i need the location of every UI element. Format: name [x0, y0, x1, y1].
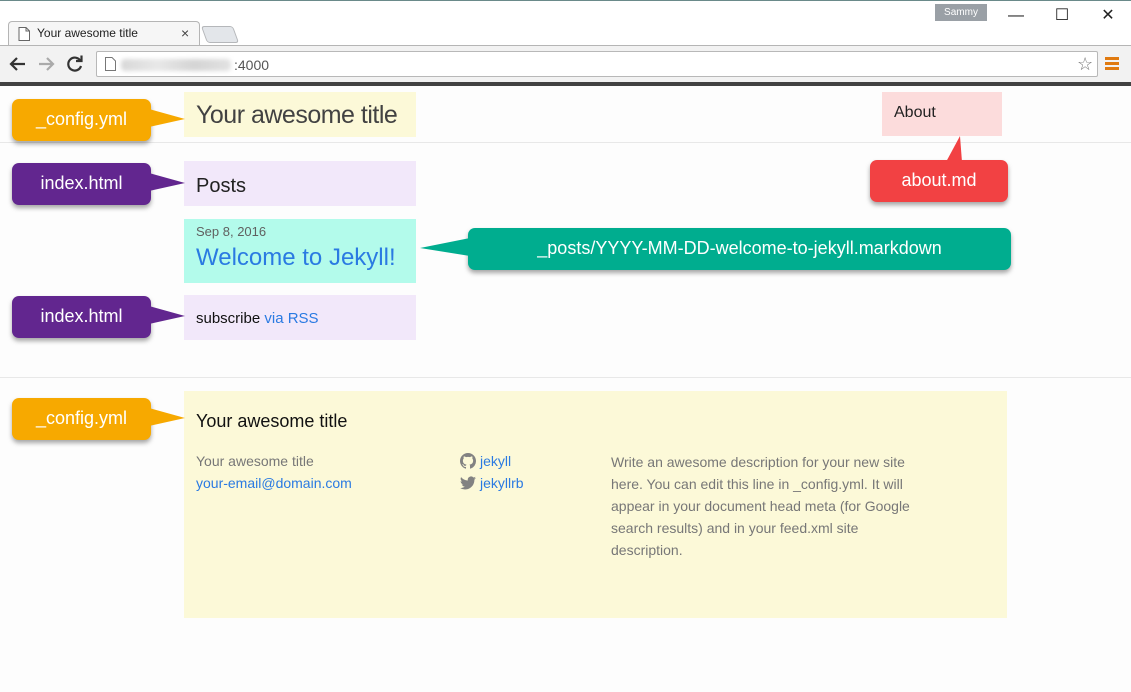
- github-username[interactable]: jekyll: [480, 453, 511, 469]
- new-tab-button[interactable]: [200, 26, 240, 43]
- post-date: Sep 8, 2016: [196, 224, 267, 239]
- callout-index-rss: index.html: [12, 296, 185, 338]
- callout-about-md: about.md: [870, 136, 1008, 202]
- url-port[interactable]: :4000: [234, 57, 269, 73]
- callout-label: _posts/YYYY-MM-DD-welcome-to-jekyll.mark…: [537, 238, 942, 258]
- back-arrow-icon[interactable]: [7, 53, 29, 75]
- subscribe-text: subscribe: [196, 310, 261, 327]
- browser-toolbar: :4000 ☆: [0, 45, 1131, 82]
- callout-post-file: _posts/YYYY-MM-DD-welcome-to-jekyll.mark…: [420, 228, 1011, 270]
- reload-icon[interactable]: [64, 53, 86, 75]
- footer-description: Write an awesome description for your ne…: [611, 454, 910, 558]
- site-title-highlight: Your awesome title: [184, 92, 416, 137]
- callout-label: about.md: [901, 170, 977, 190]
- hamburger-menu-icon[interactable]: [1105, 57, 1119, 71]
- about-highlight: About: [882, 92, 1002, 136]
- browser-chrome: Your awesome title × Sammy — ☐ ✕ :4000 ☆: [0, 0, 1131, 87]
- maximize-icon[interactable]: ☐: [1047, 5, 1077, 27]
- blurred-host: [121, 59, 231, 71]
- twitter-username[interactable]: jekyllrb: [480, 475, 524, 491]
- footer-heading: Your awesome title: [196, 411, 348, 431]
- callout-label: _config.yml: [35, 408, 128, 428]
- posts-heading-highlight: Posts: [184, 161, 416, 206]
- github-link-row[interactable]: jekyll: [460, 453, 511, 469]
- callout-index-posts: index.html: [12, 163, 185, 205]
- footer-divider: [0, 377, 1131, 378]
- callout-label: _config.yml: [35, 109, 128, 129]
- twitter-icon: [460, 476, 476, 490]
- tab-title[interactable]: Your awesome title: [37, 26, 138, 40]
- callout-config-footer: _config.yml: [12, 398, 185, 440]
- bookmark-star-icon[interactable]: ☆: [1077, 54, 1093, 75]
- tab-strip: Your awesome title × Sammy — ☐ ✕: [0, 1, 1131, 47]
- twitter-link-row[interactable]: jekyllrb: [460, 475, 524, 491]
- site-title[interactable]: Your awesome title: [196, 101, 398, 130]
- rss-link[interactable]: via RSS: [264, 310, 318, 327]
- tab-close-icon[interactable]: ×: [181, 25, 189, 41]
- profile-badge[interactable]: Sammy: [935, 4, 987, 21]
- rss-highlight: subscribe via RSS: [184, 295, 416, 340]
- callout-config-header: _config.yml: [12, 99, 185, 141]
- post-title-link[interactable]: Welcome to Jekyll!: [196, 244, 396, 272]
- subscribe-line: subscribe via RSS: [196, 310, 319, 327]
- minimize-icon[interactable]: —: [1001, 5, 1031, 27]
- posts-heading: Posts: [196, 175, 247, 197]
- github-icon: [460, 453, 477, 469]
- callout-label: index.html: [40, 173, 123, 193]
- post-highlight: Sep 8, 2016 Welcome to Jekyll!: [184, 219, 416, 283]
- address-bar[interactable]: :4000 ☆: [96, 51, 1098, 77]
- footer-name: Your awesome title: [196, 453, 314, 469]
- callout-label: index.html: [40, 306, 123, 326]
- about-link[interactable]: About: [894, 104, 936, 122]
- page-icon: [18, 27, 30, 41]
- page-body: Your awesome title About Posts Sep 8, 20…: [0, 86, 1131, 692]
- forward-arrow-icon[interactable]: [35, 53, 57, 75]
- footer-email-link[interactable]: your-email@domain.com: [196, 475, 352, 491]
- footer-highlight: Your awesome title Your awesome title yo…: [184, 391, 1007, 618]
- close-window-icon[interactable]: ✕: [1093, 5, 1123, 27]
- page-icon: [105, 57, 116, 71]
